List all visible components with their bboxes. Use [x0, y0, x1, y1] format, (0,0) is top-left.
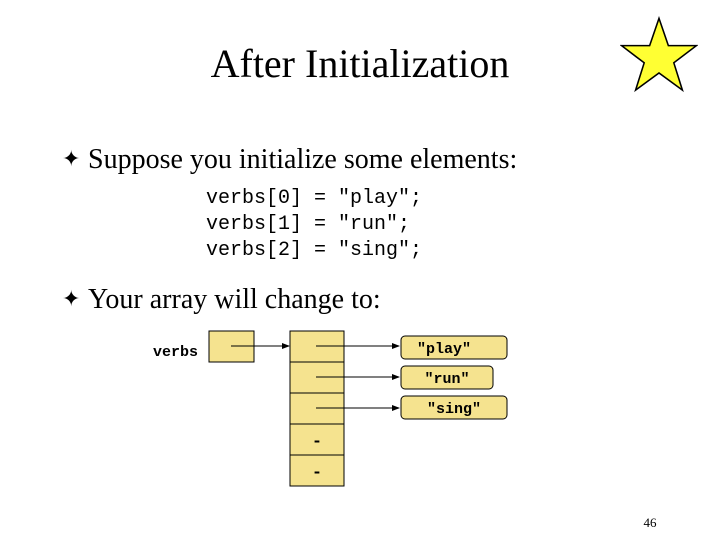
page-number: 46	[643, 515, 657, 530]
variable-label: verbs	[153, 344, 198, 361]
null-marker: -	[312, 433, 322, 452]
string-value: "sing"	[427, 401, 481, 418]
array-diagram: verbs - - "play" "run" "sing"	[153, 330, 508, 487]
string-value: "run"	[424, 371, 469, 388]
null-marker: -	[312, 464, 322, 483]
string-value: "play"	[417, 341, 471, 358]
